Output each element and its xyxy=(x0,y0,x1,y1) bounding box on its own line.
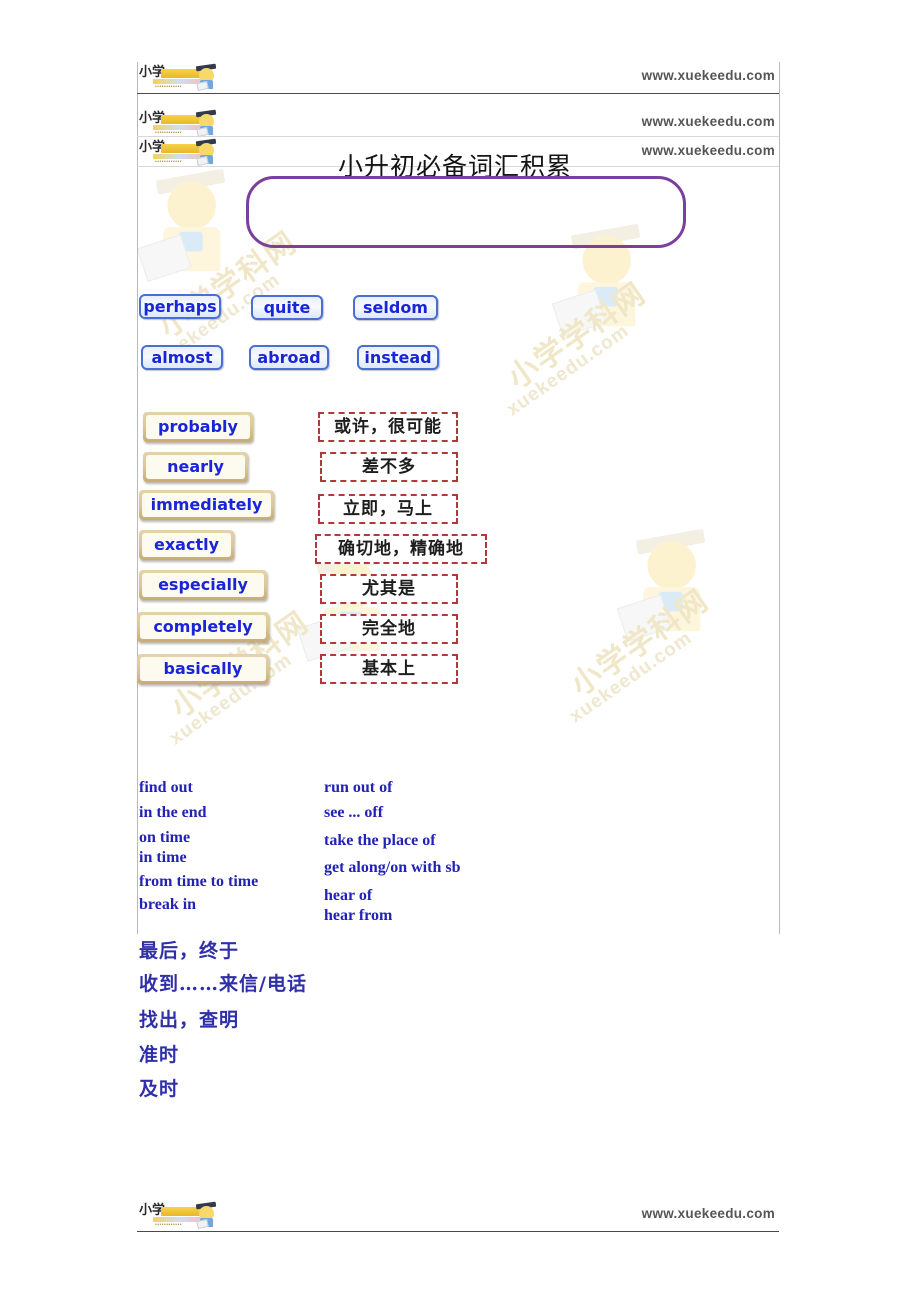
translation-item: 收到……来信/电话 xyxy=(139,973,307,995)
chinese-meaning-chip-label: 尤其是 xyxy=(362,578,416,599)
footer-band: 小学 •••••••••••• www.xuekeedu.com xyxy=(137,1200,779,1230)
phrase-item: see ... off xyxy=(324,804,384,821)
tan-word-chip-inner: especially xyxy=(142,573,264,597)
blue-word-chip-label: seldom xyxy=(363,297,428,317)
tan-word-chip[interactable]: completely xyxy=(137,612,269,642)
translation-item: 找出，查明 xyxy=(139,1009,240,1031)
watermark-cn-text: 小学学科网 xyxy=(501,275,653,397)
translation-item: 准时 xyxy=(139,1044,180,1066)
blue-word-chip[interactable]: abroad xyxy=(249,345,329,370)
chinese-meaning-chip-label: 差不多 xyxy=(362,456,416,477)
phrase-item: hear from xyxy=(324,907,393,924)
xuekeedu-logo-icon: 小学 •••••••••••• xyxy=(139,1201,221,1230)
footer-divider xyxy=(137,1231,779,1232)
tan-word-chip-inner: exactly xyxy=(142,533,231,557)
phrase-item: in time xyxy=(139,849,187,866)
blue-word-chip[interactable]: quite xyxy=(251,295,323,320)
header-url-1: www.xuekeedu.com xyxy=(641,68,775,83)
tan-word-chip-label: immediately xyxy=(150,495,263,514)
xuekeedu-logo-icon: 小学 •••••••••••• xyxy=(139,109,221,138)
empty-answer-box xyxy=(246,176,686,248)
page-right-rule xyxy=(779,62,780,934)
translation-item: 最后，终于 xyxy=(139,940,240,962)
blue-word-chip-label: perhaps xyxy=(143,296,217,316)
phrase-item: break in xyxy=(139,896,197,913)
phrase-item: on time xyxy=(139,829,191,846)
tan-word-chip-inner: immediately xyxy=(142,493,271,517)
tan-word-chip[interactable]: immediately xyxy=(139,490,274,520)
header-url-3: www.xuekeedu.com xyxy=(641,143,775,158)
watermark-kid-icon xyxy=(615,528,736,656)
blue-word-chip-label: quite xyxy=(263,297,311,317)
chinese-meaning-chip-label: 立即，马上 xyxy=(343,498,433,519)
tan-word-chip-label: especially xyxy=(158,575,248,594)
header-band-1: 小学 •••••••••••• www.xuekeedu.com xyxy=(137,62,779,92)
tan-word-chip-inner: probably xyxy=(146,415,250,439)
chinese-meaning-chip[interactable]: 尤其是 xyxy=(320,574,458,604)
tan-word-chip-label: probably xyxy=(158,417,238,436)
header-band-2: 小学 •••••••••••• www.xuekeedu.com xyxy=(137,108,779,138)
phrase-item: from time to time xyxy=(139,873,259,890)
phrase-item: get along/on with sb xyxy=(324,859,461,876)
tan-word-chip[interactable]: nearly xyxy=(143,452,248,482)
blue-word-chip[interactable]: instead xyxy=(357,345,439,370)
tan-word-chip[interactable]: basically xyxy=(137,654,269,684)
chinese-meaning-chip[interactable]: 差不多 xyxy=(320,452,458,482)
phrase-item: take the place of xyxy=(324,832,436,849)
tan-word-chip-label: nearly xyxy=(167,457,224,476)
header-url-2: www.xuekeedu.com xyxy=(641,114,775,129)
phrase-item: hear of xyxy=(324,887,373,904)
blue-word-chip-label: almost xyxy=(151,347,213,367)
tan-word-chip-label: completely xyxy=(153,617,253,636)
chinese-meaning-chip[interactable]: 基本上 xyxy=(320,654,458,684)
watermark-en-text: xuekeedu.com xyxy=(566,627,697,728)
watermark-cn-text: 小学学科网 xyxy=(564,582,716,704)
tan-word-chip[interactable]: especially xyxy=(139,570,267,600)
header-divider-1 xyxy=(137,93,779,94)
tan-word-chip-label: exactly xyxy=(153,535,219,554)
tan-word-chip-label: basically xyxy=(163,659,243,678)
chinese-meaning-chip-label: 基本上 xyxy=(362,658,416,679)
chinese-meaning-chip[interactable]: 完全地 xyxy=(320,614,458,644)
chinese-meaning-chip-label: 确切地，精确地 xyxy=(338,538,464,559)
blue-word-chip-label: abroad xyxy=(257,347,321,367)
watermark-kid-icon xyxy=(135,168,256,296)
translation-item: 及时 xyxy=(139,1078,180,1100)
chinese-meaning-chip[interactable]: 确切地，精确地 xyxy=(315,534,487,564)
blue-word-chip[interactable]: seldom xyxy=(353,295,438,320)
blue-word-chip[interactable]: perhaps xyxy=(139,294,221,319)
page-left-rule xyxy=(137,62,138,934)
tan-word-chip[interactable]: exactly xyxy=(139,530,234,560)
chinese-meaning-chip-label: 或许，很可能 xyxy=(334,416,442,437)
xuekeedu-logo-icon: 小学 •••••••••••• xyxy=(139,63,221,92)
footer-url: www.xuekeedu.com xyxy=(641,1206,775,1221)
tan-word-chip-inner: nearly xyxy=(146,455,245,479)
watermark-en-text: xuekeedu.com xyxy=(503,320,634,421)
chinese-meaning-chip-label: 完全地 xyxy=(362,618,416,639)
xuekeedu-logo-icon: 小学 •••••••••••• xyxy=(139,138,221,167)
tan-word-chip-inner: basically xyxy=(140,657,266,681)
blue-word-chip-label: instead xyxy=(364,347,432,367)
phrase-item: in the end xyxy=(139,804,207,821)
chinese-meaning-chip[interactable]: 或许，很可能 xyxy=(318,412,458,442)
chinese-meaning-chip[interactable]: 立即，马上 xyxy=(318,494,458,524)
blue-word-chip[interactable]: almost xyxy=(141,345,223,370)
phrase-item: run out of xyxy=(324,779,393,796)
tan-word-chip[interactable]: probably xyxy=(143,412,253,442)
tan-word-chip-inner: completely xyxy=(140,615,266,639)
phrase-item: find out xyxy=(139,779,193,796)
document-page: 小学学科网 xuekeedu.com 小学学科网 xuekeedu.com 小学… xyxy=(0,0,920,1303)
